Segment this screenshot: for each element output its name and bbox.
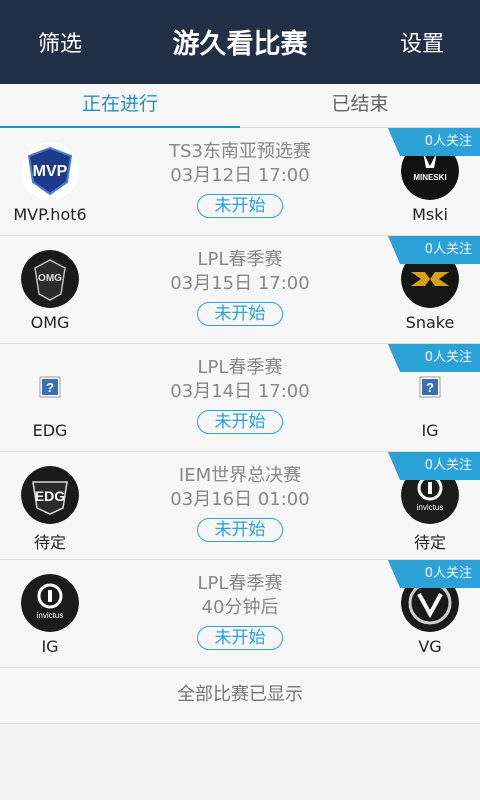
- status-badge: 未开始: [197, 518, 283, 542]
- team-right-name: 待定: [413, 533, 446, 552]
- team-left-name: 待定: [33, 533, 66, 552]
- svg-text:invictus: invictus: [417, 503, 444, 512]
- match-info: TS3东南亚预选赛 03月12日 17:00 未开始: [130, 140, 350, 218]
- svg-text:EDG: EDG: [35, 488, 65, 504]
- invictus-gaming-logo: invictus: [21, 574, 79, 632]
- list-end-message: 全部比赛已显示: [0, 668, 480, 724]
- match-row[interactable]: ? EDG LPL春季赛 03月14日 17:00 未开始 ? IG 0人关注: [0, 344, 480, 452]
- team-left[interactable]: MVP MVP.hot6: [0, 142, 100, 224]
- match-row[interactable]: EDG 待定 IEM世界总决赛 03月16日 01:00 未开始 invictu…: [0, 452, 480, 560]
- match-row[interactable]: OMG OMG LPL春季赛 03月15日 17:00 未开始 Snake 0人…: [0, 236, 480, 344]
- svg-text:MVP: MVP: [33, 163, 68, 180]
- settings-button[interactable]: 设置: [400, 26, 444, 58]
- team-left[interactable]: EDG 待定: [0, 466, 100, 553]
- event-name: IEM世界总决赛: [178, 465, 302, 486]
- match-time: 40分钟后: [201, 597, 279, 618]
- match-info: LPL春季赛 03月14日 17:00 未开始: [130, 356, 350, 434]
- team-left-name: IG: [41, 637, 59, 656]
- match-time: 03月12日 17:00: [170, 165, 310, 186]
- match-row[interactable]: MVP MVP.hot6 TS3东南亚预选赛 03月12日 17:00 未开始 …: [0, 128, 480, 236]
- edg-logo: EDG: [21, 466, 79, 524]
- tab-finished-label: 已结束: [331, 93, 389, 115]
- team-left-name: EDG: [32, 421, 68, 440]
- app-header: 筛选 游久看比赛 设置: [0, 0, 480, 84]
- match-info: LPL春季赛 40分钟后 未开始: [130, 572, 350, 650]
- team-left-name: MVP.hot6: [13, 205, 87, 224]
- omg-logo: OMG: [21, 250, 79, 308]
- missing-image-icon: ?: [21, 358, 79, 416]
- followers-count: 0人关注: [424, 350, 472, 365]
- match-time: 03月15日 17:00: [170, 273, 310, 294]
- tab-finished[interactable]: 已结束: [240, 84, 480, 128]
- team-left[interactable]: ? EDG: [0, 358, 100, 440]
- status-badge: 未开始: [197, 194, 283, 218]
- team-right-name: Mski: [412, 205, 448, 224]
- tab-ongoing-label: 正在进行: [81, 93, 158, 115]
- team-right-name: VG: [418, 637, 442, 656]
- svg-text:MINESKI: MINESKI: [413, 173, 446, 182]
- match-time: 03月16日 01:00: [170, 489, 310, 510]
- followers-count: 0人关注: [424, 458, 472, 473]
- team-left[interactable]: OMG OMG: [0, 250, 100, 332]
- match-time: 03月14日 17:00: [170, 381, 310, 402]
- svg-text:?: ?: [46, 380, 54, 395]
- followers-count: 0人关注: [424, 566, 472, 581]
- team-right-name: IG: [421, 421, 439, 440]
- team-left[interactable]: invictus IG: [0, 574, 100, 656]
- event-name: LPL春季赛: [197, 357, 283, 378]
- status-badge: 未开始: [197, 626, 283, 650]
- tab-ongoing[interactable]: 正在进行: [0, 84, 240, 129]
- event-name: LPL春季赛: [197, 249, 283, 270]
- match-info: IEM世界总决赛 03月16日 01:00 未开始: [130, 464, 350, 542]
- event-name: TS3东南亚预选赛: [169, 141, 311, 162]
- svg-text:invictus: invictus: [37, 611, 64, 620]
- status-badge: 未开始: [197, 302, 283, 326]
- match-info: LPL春季赛 03月15日 17:00 未开始: [130, 248, 350, 326]
- event-name: LPL春季赛: [197, 573, 283, 594]
- followers-count: 0人关注: [424, 134, 472, 149]
- team-right-name: Snake: [405, 313, 455, 332]
- team-left-name: OMG: [30, 313, 70, 332]
- svg-text:OMG: OMG: [38, 273, 62, 284]
- match-list: MVP MVP.hot6 TS3东南亚预选赛 03月12日 17:00 未开始 …: [0, 128, 480, 724]
- followers-count: 0人关注: [424, 242, 472, 257]
- match-row[interactable]: invictus IG LPL春季赛 40分钟后 未开始 VG 0人关注: [0, 560, 480, 668]
- svg-text:?: ?: [426, 380, 434, 395]
- mvp-logo: MVP: [21, 142, 79, 200]
- tab-bar: 正在进行 已结束: [0, 84, 480, 129]
- status-badge: 未开始: [197, 410, 283, 434]
